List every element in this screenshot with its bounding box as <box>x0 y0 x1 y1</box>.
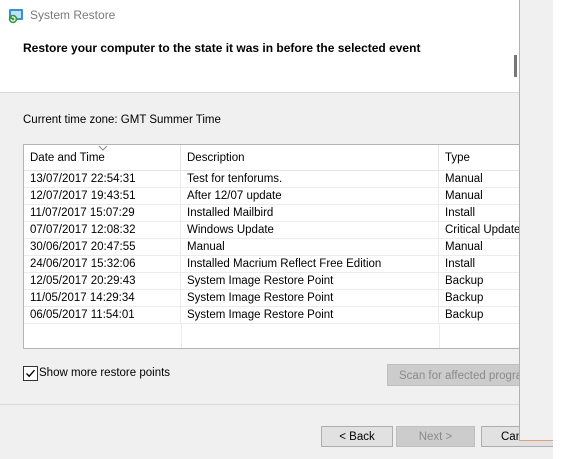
cell-type: Critical Update <box>439 222 521 239</box>
footer-divider <box>0 404 520 405</box>
next-button[interactable]: Next > <box>396 426 475 447</box>
table-row[interactable]: 24/06/2017 15:32:06 Installed Macrium Re… <box>24 256 521 273</box>
timezone-label: Current time zone: GMT Summer Time <box>23 114 221 126</box>
window-edge-mark <box>514 55 517 77</box>
header-instruction: Restore your computer to the state it wa… <box>23 41 421 55</box>
system-restore-icon <box>8 9 23 24</box>
cell-description: System Image Restore Point <box>181 273 439 290</box>
cell-description: Manual <box>181 239 439 256</box>
overlapping-window-panel <box>519 0 555 441</box>
cell-date: 24/06/2017 15:32:06 <box>24 256 181 273</box>
cell-date: 06/05/2017 11:54:01 <box>24 307 181 324</box>
column-header-description[interactable]: Description <box>181 145 439 170</box>
scan-affected-programs-button[interactable]: Scan for affected programs <box>387 364 527 386</box>
table-row[interactable]: 07/07/2017 12:08:32 Windows Update Criti… <box>24 222 521 239</box>
column-header-date[interactable]: Date and Time <box>24 145 181 170</box>
desktop-background <box>553 0 566 459</box>
restore-points-table[interactable]: Date and Time Description Type 13/07/201… <box>23 144 521 349</box>
table-row[interactable]: 11/05/2017 14:29:34 System Image Restore… <box>24 290 521 307</box>
cell-type: Backup <box>439 307 521 324</box>
header-panel: Restore your computer to the state it wa… <box>0 30 520 93</box>
cell-date: 12/07/2017 19:43:51 <box>24 188 181 205</box>
cell-description: System Image Restore Point <box>181 307 439 324</box>
checkmark-icon <box>26 369 36 378</box>
table-header: Date and Time Description Type <box>24 145 521 171</box>
cell-date: 12/05/2017 20:29:43 <box>24 273 181 290</box>
cell-date: 07/07/2017 12:08:32 <box>24 222 181 239</box>
cell-type: Manual <box>439 239 521 256</box>
title-bar: System Restore <box>0 0 520 30</box>
grid-divider <box>181 324 182 348</box>
cell-description: Installed Macrium Reflect Free Edition <box>181 256 439 273</box>
table-row[interactable]: 30/06/2017 20:47:55 Manual Manual <box>24 239 521 256</box>
cell-description: Windows Update <box>181 222 439 239</box>
cell-type: Install <box>439 256 521 273</box>
cell-date: 11/05/2017 14:29:34 <box>24 290 181 307</box>
sort-descending-icon <box>98 145 108 151</box>
cell-date: 30/06/2017 20:47:55 <box>24 239 181 256</box>
cell-description: Test for tenforums. <box>181 171 439 188</box>
grid-divider <box>439 324 440 348</box>
cell-type: Backup <box>439 290 521 307</box>
table-empty-area <box>24 324 521 348</box>
window-title: System Restore <box>30 8 116 22</box>
show-more-label[interactable]: Show more restore points <box>39 367 170 379</box>
cell-type: Manual <box>439 171 521 188</box>
system-restore-window: System Restore Restore your computer to … <box>0 0 566 459</box>
cell-type: Install <box>439 205 521 222</box>
column-header-type[interactable]: Type <box>439 145 521 170</box>
cell-description: After 12/07 update <box>181 188 439 205</box>
table-row[interactable]: 13/07/2017 22:54:31 Test for tenforums. … <box>24 171 521 188</box>
table-row[interactable]: 12/05/2017 20:29:43 System Image Restore… <box>24 273 521 290</box>
cell-type: Manual <box>439 188 521 205</box>
show-more-checkbox[interactable] <box>23 366 38 381</box>
cell-date: 13/07/2017 22:54:31 <box>24 171 181 188</box>
table-row[interactable]: 11/07/2017 15:07:29 Installed Mailbird I… <box>24 205 521 222</box>
table-row[interactable]: 12/07/2017 19:43:51 After 12/07 update M… <box>24 188 521 205</box>
cell-description: System Image Restore Point <box>181 290 439 307</box>
table-body: 13/07/2017 22:54:31 Test for tenforums. … <box>24 171 521 324</box>
table-row[interactable]: 06/05/2017 11:54:01 System Image Restore… <box>24 307 521 324</box>
cell-description: Installed Mailbird <box>181 205 439 222</box>
cell-type: Backup <box>439 273 521 290</box>
back-button[interactable]: < Back <box>321 426 393 447</box>
cell-date: 11/07/2017 15:07:29 <box>24 205 181 222</box>
